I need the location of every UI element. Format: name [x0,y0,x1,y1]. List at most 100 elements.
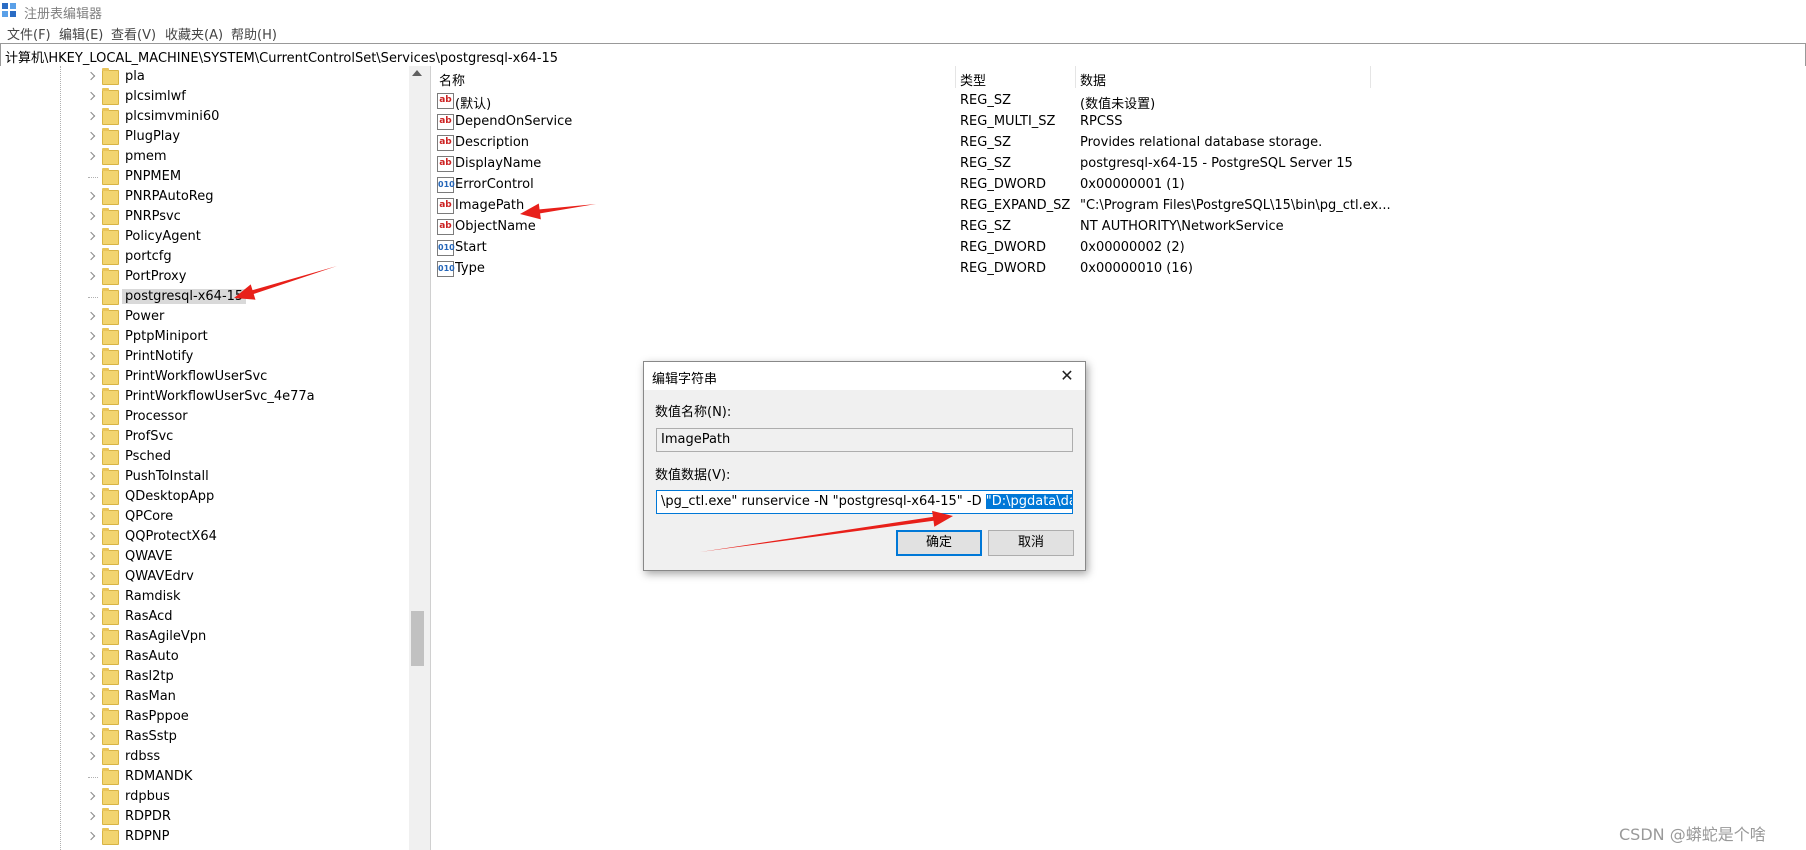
tree-item[interactable]: RasAgileVpn [0,627,410,647]
menu-file[interactable]: 文件(F) [7,24,51,43]
chevron-right-icon[interactable] [86,391,96,401]
tree-item[interactable]: RDMANDK [0,767,410,787]
chevron-right-icon[interactable] [86,71,96,81]
tree-item[interactable]: PrintWorkflowUserSvc [0,367,410,387]
chevron-right-icon[interactable] [86,551,96,561]
tree-item[interactable]: PrintWorkflowUserSvc_4e77a [0,387,410,407]
tree-item[interactable]: RasAuto [0,647,410,667]
address-bar[interactable]: 计算机\HKEY_LOCAL_MACHINE\SYSTEM\CurrentCon… [0,43,1806,67]
value-row[interactable]: 010 Start REG_DWORD 0x00000002 (2) [431,237,1806,258]
chevron-right-icon[interactable] [86,731,96,741]
tree-item[interactable]: PNRPsvc [0,207,410,227]
chevron-right-icon[interactable] [86,191,96,201]
tree-item[interactable]: RasMan [0,687,410,707]
menu-edit[interactable]: 编辑(E) [59,24,103,43]
value-row[interactable]: ab DisplayName REG_SZ postgresql-x64-15 - P… [431,153,1806,174]
tree-item[interactable]: RDPNP [0,827,410,847]
value-name-field[interactable]: ImagePath [656,428,1073,452]
menu-view[interactable]: 查看(V) [111,24,156,43]
value-row[interactable]: ab DependOnService REG_MULTI_SZ RPCSS [431,111,1806,132]
chevron-right-icon[interactable] [86,811,96,821]
chevron-right-icon[interactable] [86,711,96,721]
tree-item[interactable]: QWAVE [0,547,410,567]
tree-item[interactable]: pmem [0,147,410,167]
chevron-right-icon[interactable] [86,151,96,161]
chevron-right-icon[interactable] [86,511,96,521]
tree-item[interactable]: plcsimlwf [0,87,410,107]
tree-item[interactable]: RasAcd [0,607,410,627]
chevron-right-icon[interactable] [86,331,96,341]
column-data[interactable]: 数据 [1080,70,1106,89]
ok-button[interactable]: 确定 [896,530,982,556]
tree-item[interactable]: QWAVEdrv [0,567,410,587]
tree-item[interactable]: rdpbus [0,787,410,807]
value-data-field[interactable]: \pg_ctl.exe" runservice -N "postgresql-x… [656,490,1073,514]
chevron-right-icon[interactable] [86,831,96,841]
column-separator[interactable] [955,66,956,88]
tree-item[interactable]: QPCore [0,507,410,527]
scroll-thumb[interactable] [411,611,424,666]
chevron-right-icon[interactable] [86,671,96,681]
menu-help[interactable]: 帮助(H) [231,24,277,43]
menu-favorites[interactable]: 收藏夹(A) [165,24,223,43]
chevron-right-icon[interactable] [86,651,96,661]
value-row[interactable]: 010 Type REG_DWORD 0x00000010 (16) [431,258,1806,279]
chevron-right-icon[interactable] [86,271,96,281]
column-separator[interactable] [1075,66,1076,88]
chevron-right-icon[interactable] [86,611,96,621]
tree-item[interactable]: plcsimvmini60 [0,107,410,127]
chevron-right-icon[interactable] [86,351,96,361]
chevron-right-icon[interactable] [86,471,96,481]
tree-item[interactable]: QDesktopApp [0,487,410,507]
chevron-right-icon[interactable] [86,311,96,321]
tree-item[interactable]: Rasl2tp [0,667,410,687]
tree-item[interactable]: rdbss [0,747,410,767]
chevron-right-icon[interactable] [86,231,96,241]
chevron-right-icon[interactable] [86,791,96,801]
chevron-right-icon[interactable] [86,751,96,761]
tree-item[interactable]: RasSstp [0,727,410,747]
value-row[interactable]: ab ImagePath REG_EXPAND_SZ "C:\Program File… [431,195,1806,216]
chevron-right-icon[interactable] [86,591,96,601]
chevron-right-icon[interactable] [86,431,96,441]
tree-item[interactable]: RDPDR [0,807,410,827]
chevron-right-icon[interactable] [86,531,96,541]
tree-item[interactable]: ProfSvc [0,427,410,447]
tree-item[interactable]: PushToInstall [0,467,410,487]
tree-item[interactable]: PlugPlay [0,127,410,147]
address-path[interactable]: 计算机\HKEY_LOCAL_MACHINE\SYSTEM\CurrentCon… [5,47,558,66]
close-icon[interactable]: ✕ [1056,365,1078,387]
tree-scrollbar[interactable] [409,66,426,850]
chevron-right-icon[interactable] [86,91,96,101]
value-row[interactable]: ab (默认) REG_SZ (数值未设置) [431,90,1806,112]
column-separator[interactable] [1370,66,1371,88]
chevron-right-icon[interactable] [86,131,96,141]
chevron-right-icon[interactable] [86,211,96,221]
tree-item[interactable]: PrintNotify [0,347,410,367]
chevron-right-icon[interactable] [86,451,96,461]
tree-item[interactable]: PolicyAgent [0,227,410,247]
tree-item[interactable]: postgresql-x64-15 [0,287,410,307]
chevron-right-icon[interactable] [86,491,96,501]
column-name[interactable]: 名称 [439,70,465,89]
chevron-right-icon[interactable] [86,691,96,701]
scroll-up-arrow-icon[interactable] [412,70,422,76]
value-row[interactable]: 010 ErrorControl REG_DWORD 0x00000001 (1) [431,174,1806,195]
tree-item[interactable]: Processor [0,407,410,427]
chevron-right-icon[interactable] [86,251,96,261]
chevron-right-icon[interactable] [86,631,96,641]
cancel-button[interactable]: 取消 [988,530,1074,556]
tree-item[interactable]: QQProtectX64 [0,527,410,547]
tree-item[interactable]: Power [0,307,410,327]
tree-item[interactable]: pla [0,67,410,87]
tree-item[interactable]: PptpMiniport [0,327,410,347]
tree-item[interactable]: Ramdisk [0,587,410,607]
tree-item[interactable]: RasPppoe [0,707,410,727]
tree-item[interactable]: PNPMEM [0,167,410,187]
column-type[interactable]: 类型 [960,70,986,89]
tree-item[interactable]: Psched [0,447,410,467]
value-row[interactable]: ab ObjectName REG_SZ NT AUTHORITY\NetworkSe… [431,216,1806,237]
value-row[interactable]: ab Description REG_SZ Provides relational d… [431,132,1806,153]
chevron-right-icon[interactable] [86,571,96,581]
chevron-right-icon[interactable] [86,371,96,381]
